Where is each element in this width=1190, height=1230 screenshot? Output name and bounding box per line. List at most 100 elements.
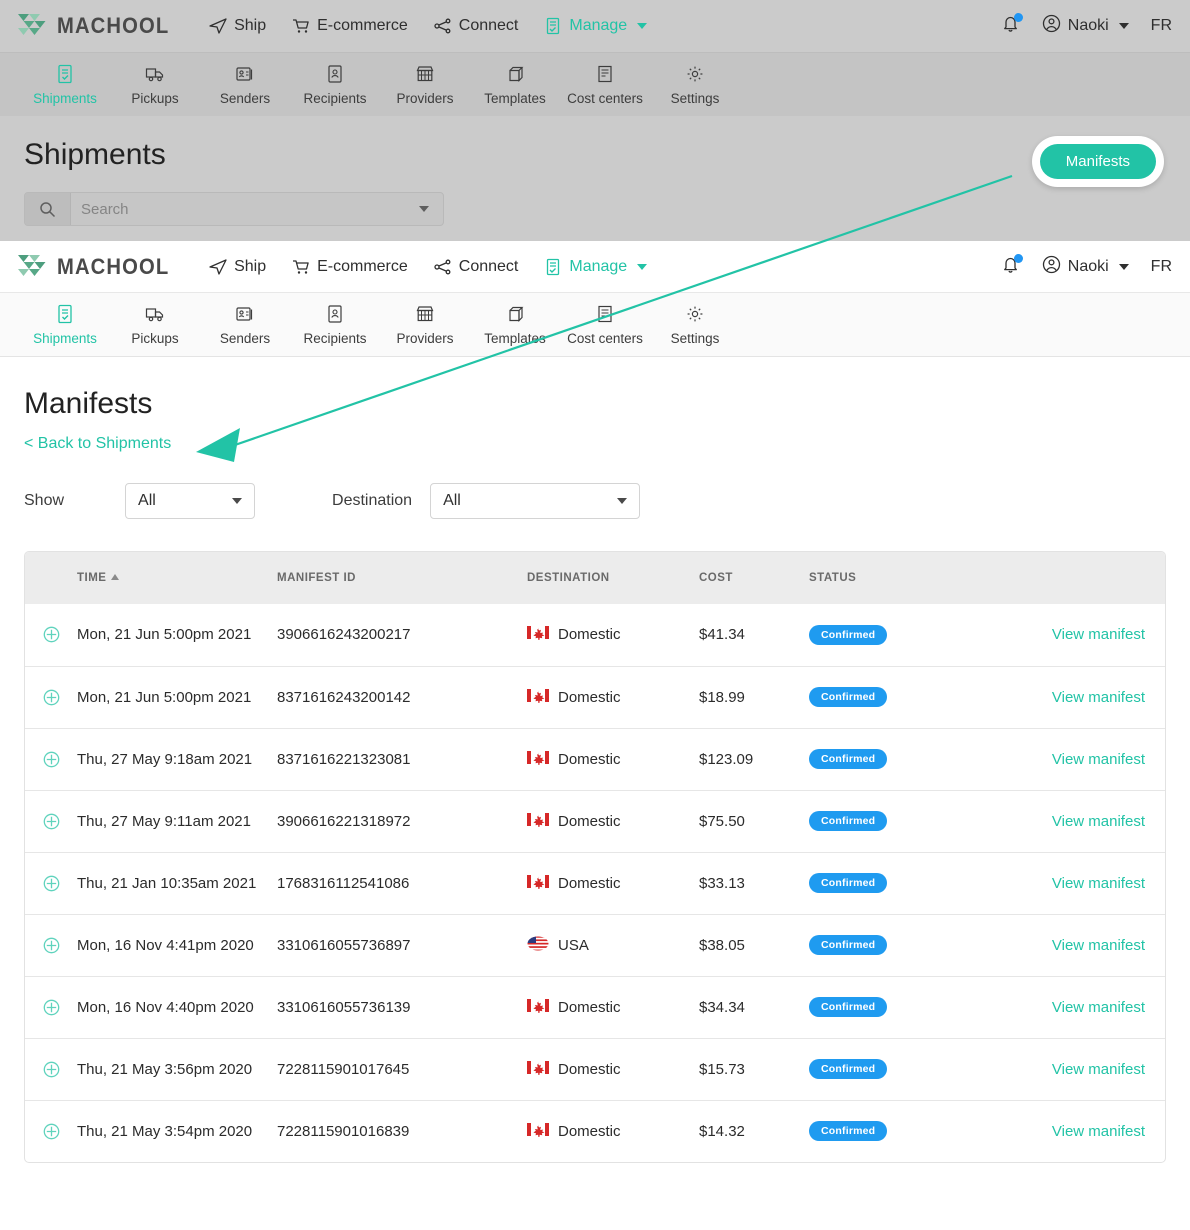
ledger-icon: [595, 304, 615, 327]
brand-logo[interactable]: MACHOOL: [18, 254, 179, 280]
manifests-button[interactable]: Manifests: [1039, 144, 1156, 179]
row-expand-cell[interactable]: [25, 852, 77, 914]
column-header-status[interactable]: STATUS: [809, 552, 1029, 604]
view-manifest-link[interactable]: View manifest: [1029, 689, 1165, 706]
notifications-button[interactable]: [1001, 253, 1023, 279]
subnav-item-pickups[interactable]: Pickups: [110, 64, 200, 106]
subnav-item-templates[interactable]: Templates: [470, 64, 560, 106]
plus-circle-icon[interactable]: [25, 813, 77, 830]
view-manifest-link[interactable]: View manifest: [1029, 875, 1165, 892]
subnav-item-recipients[interactable]: Recipients: [290, 304, 380, 346]
row-expand-cell[interactable]: [25, 728, 77, 790]
brand-logo[interactable]: MACHOOL: [18, 13, 179, 39]
row-expand-cell[interactable]: [25, 790, 77, 852]
plus-circle-icon[interactable]: [25, 751, 77, 768]
contact-card-icon: [325, 304, 345, 327]
main-nav: Ship E-commerce Connect Manage: [209, 17, 648, 35]
destination-filter-select[interactable]: All: [430, 483, 641, 519]
id-card-icon: [235, 64, 255, 87]
row-expand-cell[interactable]: [25, 1100, 77, 1162]
show-filter-select[interactable]: All: [125, 483, 256, 519]
user-name: Naoki: [1067, 17, 1109, 34]
status-badge: Confirmed: [809, 935, 888, 955]
nav-item-manage[interactable]: Manage: [544, 258, 648, 276]
shipments-page-title: Shipments: [24, 138, 166, 171]
plus-circle-icon[interactable]: [25, 937, 77, 954]
row-expand-cell[interactable]: [25, 1038, 77, 1100]
nav-item-connect[interactable]: Connect: [434, 17, 518, 35]
table-row[interactable]: Thu, 27 May 9:18am 2021 8371616221323081 D…: [25, 728, 1165, 790]
nav-item-ship[interactable]: Ship: [209, 258, 266, 276]
view-manifest-link[interactable]: View manifest: [1029, 1061, 1165, 1078]
shipments-search-box[interactable]: [24, 192, 444, 226]
search-input[interactable]: [71, 199, 419, 219]
document-check-icon: [55, 304, 75, 327]
nav-item-manage[interactable]: Manage: [544, 17, 648, 35]
table-row[interactable]: Mon, 21 Jun 5:00pm 2021 8371616243200142 D…: [25, 666, 1165, 728]
view-manifest-link[interactable]: View manifest: [1029, 626, 1165, 643]
nav-item-connect[interactable]: Connect: [434, 258, 518, 276]
user-menu[interactable]: Naoki: [1042, 14, 1129, 38]
table-row[interactable]: Mon, 16 Nov 4:41pm 2020 3310616055736897 U…: [25, 914, 1165, 976]
table-row[interactable]: Thu, 21 May 3:54pm 2020 7228115901016839 D…: [25, 1100, 1165, 1162]
plus-circle-icon[interactable]: [25, 626, 77, 643]
subnav-item-templates[interactable]: Templates: [470, 304, 560, 346]
table-row[interactable]: Mon, 16 Nov 4:40pm 2020 3310616055736139 D…: [25, 976, 1165, 1038]
row-expand-cell[interactable]: [25, 604, 77, 666]
subnav-label: Templates: [484, 330, 546, 346]
main-nav: Ship E-commerce Connect Manage: [209, 258, 648, 276]
paper-plane-icon: [209, 17, 227, 35]
column-header-time[interactable]: TIME: [77, 552, 277, 604]
user-menu[interactable]: Naoki: [1042, 255, 1129, 279]
column-header-cost[interactable]: COST: [699, 552, 809, 604]
storefront-icon: [415, 304, 435, 327]
subnav-item-shipments[interactable]: Shipments: [20, 64, 110, 106]
subnav-item-recipients[interactable]: Recipients: [290, 64, 380, 106]
table-row[interactable]: Thu, 21 May 3:56pm 2020 7228115901017645 D…: [25, 1038, 1165, 1100]
nav-item-ecommerce[interactable]: E-commerce: [292, 17, 408, 35]
view-manifest-link[interactable]: View manifest: [1029, 999, 1165, 1016]
plus-circle-icon[interactable]: [25, 689, 77, 706]
subnav-item-senders[interactable]: Senders: [200, 304, 290, 346]
row-expand-cell[interactable]: [25, 666, 77, 728]
table-row[interactable]: Thu, 21 Jan 10:35am 2021 1768316112541086…: [25, 852, 1165, 914]
chevron-down-icon: [232, 498, 243, 504]
subnav-item-settings[interactable]: Settings: [650, 64, 740, 106]
plus-circle-icon[interactable]: [25, 999, 77, 1016]
subnav-item-providers[interactable]: Providers: [380, 64, 470, 106]
language-toggle[interactable]: FR: [1151, 258, 1172, 276]
table-row[interactable]: Mon, 21 Jun 5:00pm 2021 3906616243200217 D…: [25, 604, 1165, 666]
view-manifest-link[interactable]: View manifest: [1029, 937, 1165, 954]
chevron-down-icon: [637, 263, 648, 270]
chevron-down-icon[interactable]: [419, 206, 429, 212]
back-to-shipments-link[interactable]: < Back to Shipments: [24, 435, 171, 453]
cell-cost: $33.13: [699, 874, 745, 892]
plus-circle-icon[interactable]: [25, 1061, 77, 1078]
subnav-item-cost-centers[interactable]: Cost centers: [560, 304, 650, 346]
subnav-item-shipments[interactable]: Shipments: [20, 304, 110, 346]
nav-item-ecommerce[interactable]: E-commerce: [292, 258, 408, 276]
column-header-destination[interactable]: DESTINATION: [527, 552, 699, 604]
table-row[interactable]: Thu, 27 May 9:11am 2021 3906616221318972 D…: [25, 790, 1165, 852]
plus-circle-icon[interactable]: [25, 1123, 77, 1140]
row-expand-cell[interactable]: [25, 914, 77, 976]
subnav-item-senders[interactable]: Senders: [200, 64, 290, 106]
subnav-item-cost-centers[interactable]: Cost centers: [560, 64, 650, 106]
storefront-icon: [415, 64, 435, 87]
nav-item-ship[interactable]: Ship: [209, 17, 266, 35]
subnav-item-pickups[interactable]: Pickups: [110, 304, 200, 346]
view-manifest-link[interactable]: View manifest: [1029, 813, 1165, 830]
plus-circle-icon[interactable]: [25, 875, 77, 892]
cell-time: Thu, 21 May 3:54pm 2020: [77, 1122, 253, 1140]
view-manifest-link[interactable]: View manifest: [1029, 1123, 1165, 1140]
subnav-item-settings[interactable]: Settings: [650, 304, 740, 346]
language-toggle[interactable]: FR: [1151, 17, 1172, 35]
shipments-panel: Shipments Manifests: [0, 116, 1190, 241]
cell-destination: Domestic: [527, 1038, 699, 1100]
canada-flag-icon: [527, 750, 549, 769]
view-manifest-link[interactable]: View manifest: [1029, 751, 1165, 768]
notifications-button[interactable]: [1001, 13, 1023, 38]
column-header-manifest-id[interactable]: MANIFEST ID: [277, 552, 527, 604]
subnav-item-providers[interactable]: Providers: [380, 304, 470, 346]
row-expand-cell[interactable]: [25, 976, 77, 1038]
